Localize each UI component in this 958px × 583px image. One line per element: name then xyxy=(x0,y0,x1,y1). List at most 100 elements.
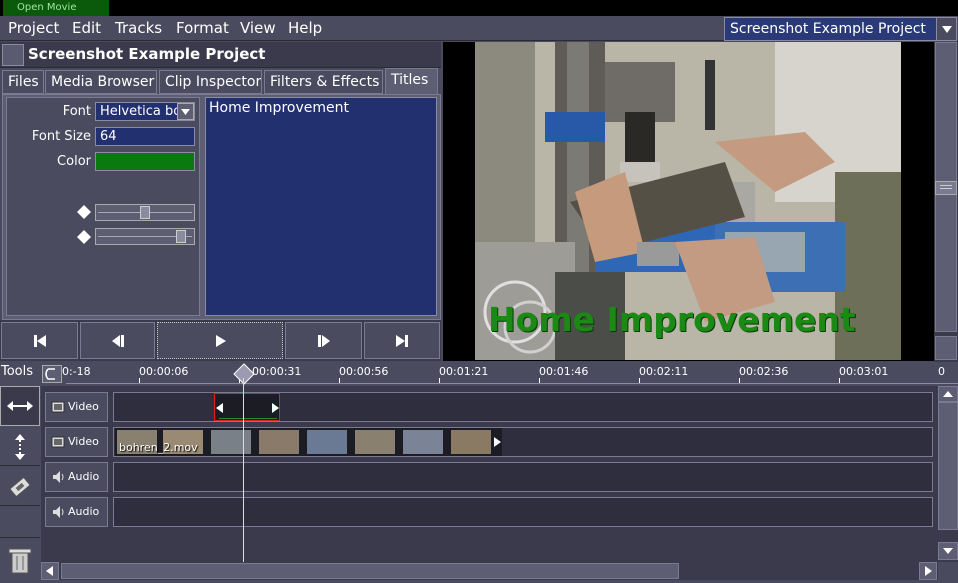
step-back-button[interactable] xyxy=(80,322,155,359)
scroll-right-button[interactable] xyxy=(919,562,937,580)
title-text-value: Home Improvement xyxy=(209,100,349,116)
step-back-icon xyxy=(111,334,124,347)
skip-end-icon xyxy=(396,334,408,347)
preview-scrollbar[interactable] xyxy=(934,42,958,362)
speaker-icon xyxy=(53,506,64,518)
trash-button[interactable] xyxy=(0,540,40,580)
tools-column xyxy=(0,386,41,582)
track-audio-2[interactable] xyxy=(113,497,933,527)
track-type-label: Audio xyxy=(68,470,100,483)
slider-handle[interactable] xyxy=(140,206,150,219)
horizontal-arrows-icon xyxy=(7,401,33,411)
scrollbar-handle[interactable] xyxy=(61,563,679,579)
vertical-arrows-icon xyxy=(15,433,25,460)
skip-to-start-button[interactable] xyxy=(1,322,78,359)
track-header-audio-1[interactable]: Audio xyxy=(45,462,108,492)
title-properties: Font Helvetica bo Font Size 64 Color xyxy=(6,97,200,316)
track-video-2[interactable]: bohren_2.mov xyxy=(113,427,933,457)
timeline-horizontal-scrollbar[interactable] xyxy=(41,562,938,580)
title-text-area[interactable]: Home Improvement xyxy=(205,97,437,316)
snap-toggle-button[interactable] xyxy=(42,365,62,383)
tick-label: 00:01:21 xyxy=(439,365,489,378)
font-label: Font xyxy=(62,104,91,119)
chevron-down-icon[interactable] xyxy=(936,18,956,40)
clip-name: bohren_2.mov xyxy=(119,441,198,454)
razor-blade-icon xyxy=(9,476,31,497)
font-select-value: Helvetica bo xyxy=(100,104,182,119)
tab-clip-inspector[interactable]: Clip Inspector xyxy=(159,70,262,94)
tab-titles[interactable]: Titles xyxy=(385,68,438,94)
step-forward-icon xyxy=(317,334,330,347)
trim-tool-button[interactable] xyxy=(0,428,40,466)
tick-label: 00:02:11 xyxy=(639,365,689,378)
tick-label: 0 xyxy=(938,365,945,378)
track-type-label: Video xyxy=(68,400,99,413)
timeline-vertical-scrollbar[interactable] xyxy=(938,386,958,562)
y-position-slider[interactable] xyxy=(95,228,195,245)
tick-label: 00:00:06 xyxy=(139,365,189,378)
menu-edit[interactable]: Edit xyxy=(72,19,101,37)
menu-format[interactable]: Format xyxy=(176,19,229,37)
diamond-icon xyxy=(77,205,91,223)
scroll-down-button[interactable] xyxy=(935,336,957,360)
track-type-label: Video xyxy=(68,435,99,448)
menu-view[interactable]: View xyxy=(240,19,276,37)
title-clip[interactable] xyxy=(214,393,280,421)
step-forward-button[interactable] xyxy=(285,322,362,359)
project-select[interactable]: Screenshot Example Project xyxy=(724,17,957,41)
magnet-icon xyxy=(45,368,55,380)
timeline-ruler[interactable]: 0:-18 00:00:06 00:00:31 00:00:56 00:01:2… xyxy=(62,362,958,385)
track-header-video-1[interactable]: Video xyxy=(45,392,108,422)
skip-to-end-button[interactable] xyxy=(364,322,440,359)
slider-handle[interactable] xyxy=(176,230,186,243)
tick-label: 0:-18 xyxy=(62,365,91,378)
tab-filters-effects[interactable]: Filters & Effects xyxy=(264,70,383,94)
skip-start-icon xyxy=(33,334,46,347)
window-title: Open Movie Editor xyxy=(3,0,109,29)
tick-label: 00:00:31 xyxy=(252,365,302,378)
menu-help[interactable]: Help xyxy=(288,19,322,37)
razor-tool-button[interactable] xyxy=(0,468,40,506)
scrollbar-handle[interactable] xyxy=(938,402,958,530)
tools-label: Tools xyxy=(1,364,34,379)
track-header-video-2[interactable]: Video xyxy=(45,427,108,457)
move-tool-button[interactable] xyxy=(0,386,40,426)
tab-files[interactable]: Files xyxy=(2,70,44,94)
font-size-label: Font Size xyxy=(31,129,91,144)
film-icon xyxy=(51,436,65,448)
menu-tracks[interactable]: Tracks xyxy=(115,19,162,37)
video-clip[interactable]: bohren_2.mov xyxy=(115,428,502,456)
color-label: Color xyxy=(57,154,91,169)
menu-project[interactable]: Project xyxy=(8,19,59,37)
diamond-icon xyxy=(77,230,91,248)
video-preview: Home Improvement xyxy=(475,42,901,360)
project-panel-title: Screenshot Example Project xyxy=(28,45,266,63)
project-panel-header: Screenshot Example Project xyxy=(0,42,441,68)
transport-controls xyxy=(0,320,441,361)
track-header-audio-2[interactable]: Audio xyxy=(45,497,108,527)
speaker-icon xyxy=(53,471,64,483)
x-position-slider[interactable] xyxy=(95,204,195,221)
project-select-value: Screenshot Example Project xyxy=(730,21,926,37)
tick-label: 00:01:46 xyxy=(539,365,589,378)
scroll-up-button[interactable] xyxy=(938,386,958,402)
title-overlay-text: Home Improvement xyxy=(488,300,856,339)
tick-label: 00:00:56 xyxy=(339,365,389,378)
play-icon xyxy=(216,334,226,347)
tab-media-browser[interactable]: Media Browser xyxy=(45,70,157,94)
scroll-down-button[interactable] xyxy=(938,542,958,560)
scrollbar-handle[interactable] xyxy=(935,181,957,195)
tick-label: 00:03:01 xyxy=(839,365,889,378)
window-titlebar: Open Movie Editor xyxy=(0,0,958,29)
chevron-down-icon[interactable] xyxy=(177,103,194,120)
font-size-input[interactable]: 64 xyxy=(95,127,195,146)
color-swatch-button[interactable] xyxy=(95,152,195,171)
play-button[interactable] xyxy=(157,322,283,359)
playhead-line xyxy=(243,378,244,562)
film-icon xyxy=(51,401,65,413)
track-audio-1[interactable] xyxy=(113,462,933,492)
track-video-1[interactable] xyxy=(113,392,933,422)
panel-toggle-button[interactable] xyxy=(2,44,24,66)
track-type-label: Audio xyxy=(68,505,100,518)
scroll-left-button[interactable] xyxy=(41,562,59,580)
